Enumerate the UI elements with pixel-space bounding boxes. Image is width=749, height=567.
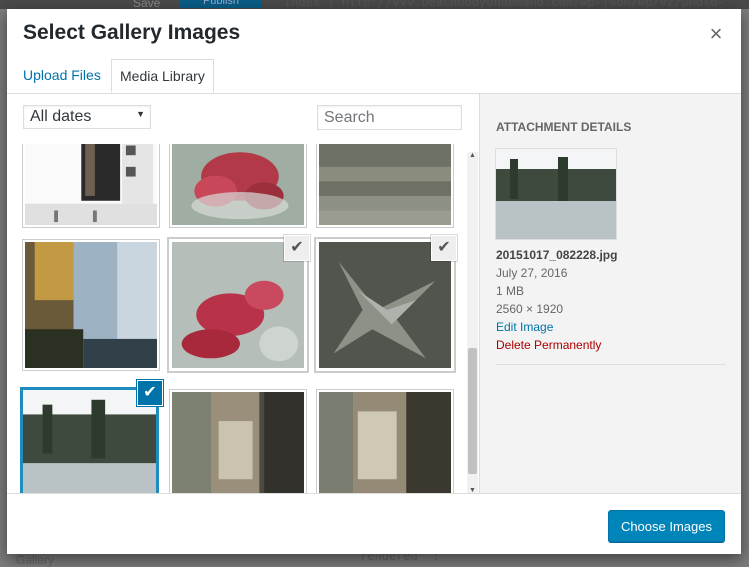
modal-tabs: Upload Files Media Library: [7, 59, 741, 94]
background-code-text: Index | http://vvv.beachbodyondemand.com…: [284, 0, 725, 9]
attachment-thumbnail[interactable]: [317, 144, 453, 227]
attachment-preview: [496, 149, 616, 239]
close-button[interactable]: ×: [703, 23, 729, 49]
background-publish-button: Publish: [180, 0, 262, 8]
date-filter-value: All dates: [30, 108, 92, 125]
background-gallery-label: Gallery: [16, 553, 55, 567]
attachment-thumbnail[interactable]: [23, 144, 159, 227]
scrollbar-thumb[interactable]: [468, 348, 477, 474]
attachment-thumbnail[interactable]: [170, 390, 306, 493]
scroll-up-icon[interactable]: ▲: [469, 152, 476, 159]
tab-upload-files[interactable]: Upload Files: [23, 59, 101, 93]
attachment-filesize: 1 MB: [496, 284, 525, 298]
attachment-details-sidebar: Attachment Details 20151017_082228.jpg J…: [479, 94, 741, 493]
attachment-dimensions: 2560 × 1920: [496, 302, 564, 316]
attachment-thumbnail[interactable]: [23, 240, 159, 370]
attachment-thumbnail[interactable]: [170, 144, 306, 227]
media-library-content: All dates ▼ Search ✔ ✔ ✔ ▲ ▼: [7, 94, 479, 494]
attachment-details-heading: Attachment Details: [496, 120, 632, 134]
modal-footer: Choose Images: [7, 493, 741, 554]
modal-title: Select Gallery Images: [23, 21, 241, 44]
attachment-info: 20151017_082228.jpg July 27, 2016 1 MB 2…: [496, 246, 617, 354]
grid-scrollbar[interactable]: ▲ ▼: [467, 152, 478, 494]
search-input[interactable]: [317, 105, 462, 130]
check-icon[interactable]: ✔: [138, 381, 162, 405]
check-icon[interactable]: ✔: [285, 236, 309, 260]
attachments-grid: ✔ ✔ ✔: [7, 144, 469, 493]
chevron-down-icon: ▼: [136, 109, 145, 119]
attachment-thumbnail[interactable]: [317, 390, 453, 493]
media-modal: Select Gallery Images × Upload Files Med…: [7, 9, 741, 554]
sidebar-divider: [496, 364, 726, 365]
date-filter-select[interactable]: All dates ▼: [23, 105, 151, 129]
check-icon[interactable]: ✔: [432, 236, 456, 260]
attachment-filename: 20151017_082228.jpg: [496, 248, 618, 262]
close-icon: ×: [709, 21, 723, 46]
choose-images-button[interactable]: Choose Images: [607, 510, 725, 542]
delete-permanently-link[interactable]: Delete Permanently: [496, 336, 617, 354]
edit-image-link[interactable]: Edit Image: [496, 318, 617, 336]
attachment-date: July 27, 2016: [496, 266, 568, 280]
tab-media-library[interactable]: Media Library: [111, 59, 214, 93]
